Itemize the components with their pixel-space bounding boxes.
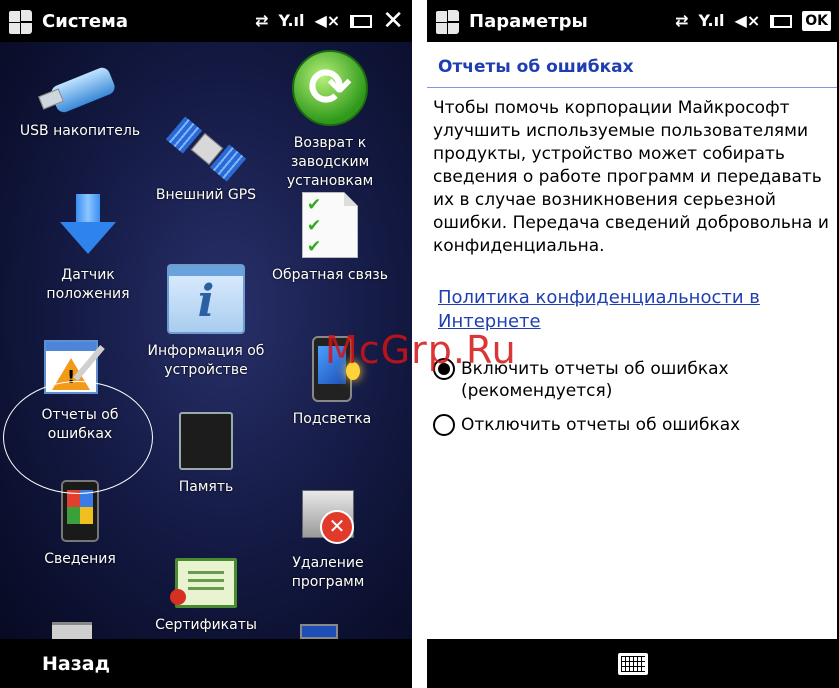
status-icons: ⇄ Y.ıl ◀× OK [675, 11, 831, 31]
remove-program-icon: ✕ [298, 486, 358, 546]
usb-drive-icon [38, 62, 120, 115]
battery-icon[interactable] [770, 14, 793, 28]
close-icon[interactable]: ✕ [382, 8, 404, 34]
partial-app-icon[interactable] [300, 624, 338, 639]
app-feedback[interactable]: Обратная связь [260, 192, 400, 285]
sync-icon[interactable]: ⇄ [255, 13, 268, 29]
app-label: Информация об устройстве [147, 343, 265, 378]
page-title: Параметры [469, 10, 588, 32]
app-external-gps[interactable]: Внешний GPS [136, 116, 276, 205]
enable-reports-option[interactable]: Включить отчеты об ошибках (рекомендуетс… [433, 358, 761, 402]
speaker-icon[interactable]: ◀× [314, 13, 340, 29]
sync-icon[interactable]: ⇄ [675, 13, 688, 29]
highlight-circle [3, 381, 153, 494]
section-title: Отчеты об ошибках [427, 42, 837, 88]
soft-key-bar [427, 639, 839, 688]
system-screen: Система ⇄ Y.ıl ◀× ✕ USB накопитель Внешн… [0, 0, 412, 688]
phone-backlight-icon [312, 336, 360, 402]
settings-content: Отчеты об ошибках Чтобы помочь корпораци… [427, 42, 837, 639]
memory-chip-icon [173, 412, 239, 470]
battery-icon[interactable] [350, 14, 373, 28]
app-backlight[interactable]: Подсветка [262, 336, 402, 429]
down-arrow-icon [58, 194, 118, 258]
app-label: Обратная связь [272, 267, 388, 283]
keyboard-icon[interactable] [618, 652, 648, 675]
app-label: USB накопитель [19, 123, 141, 139]
option-label: Отключить отчеты об ошибках [461, 415, 741, 435]
windows-start-icon[interactable] [433, 7, 461, 35]
info-icon [167, 264, 245, 334]
app-certificates[interactable]: Сертификаты [136, 558, 276, 635]
radio-button-selected[interactable] [433, 358, 455, 380]
soft-key-bar: Назад [0, 639, 412, 688]
description-text: Чтобы помочь корпорации Майкрософт улучш… [433, 98, 829, 256]
radio-button[interactable] [433, 414, 455, 436]
signal-icon[interactable]: Y.ıl [699, 13, 725, 29]
app-factory-reset[interactable]: Возврат к заводским установкам [260, 50, 400, 191]
app-label: Подсветка [292, 411, 372, 427]
app-remove-programs[interactable]: ✕ Удаление программ [258, 486, 398, 592]
settings-screen: Параметры ⇄ Y.ıl ◀× OK Отчеты об ошибках… [427, 0, 839, 688]
checklist-icon [302, 192, 358, 258]
app-memory[interactable]: Память [136, 412, 276, 497]
app-device-info[interactable]: Информация об устройстве [136, 264, 276, 380]
app-label: Сведения [44, 551, 116, 567]
satellite-icon [165, 116, 247, 182]
back-button[interactable]: Назад [42, 653, 110, 675]
status-icons: ⇄ Y.ıl ◀× ✕ [255, 8, 404, 34]
title-bar: Параметры ⇄ Y.ıl ◀× OK [427, 0, 839, 42]
app-usb-storage[interactable]: USB накопитель [10, 62, 150, 141]
title-bar: Система ⇄ Y.ıl ◀× ✕ [0, 0, 412, 42]
certificate-icon [170, 558, 237, 608]
signal-icon[interactable]: Y.ıl [279, 13, 305, 29]
app-grid: USB накопитель Внешний GPS Возврат к зав… [0, 42, 412, 639]
speaker-icon[interactable]: ◀× [735, 13, 761, 29]
windows-start-icon[interactable] [6, 7, 34, 35]
disable-reports-option[interactable]: Отключить отчеты об ошибках [433, 414, 740, 436]
app-label: Сертификаты [155, 617, 257, 633]
app-label: Память [178, 479, 234, 495]
app-label: Возврат к заводским установкам [286, 135, 374, 189]
app-label: Удаление программ [291, 555, 365, 590]
privacy-policy-link[interactable]: Политика конфиденциальности в Интернете [438, 286, 798, 334]
partial-app-icon[interactable] [52, 622, 92, 639]
reset-arrow-icon [292, 50, 368, 126]
page-title: Система [42, 10, 128, 32]
option-label: Включить отчеты об ошибках (рекомендуетс… [461, 359, 729, 401]
ok-button[interactable]: OK [802, 11, 831, 31]
